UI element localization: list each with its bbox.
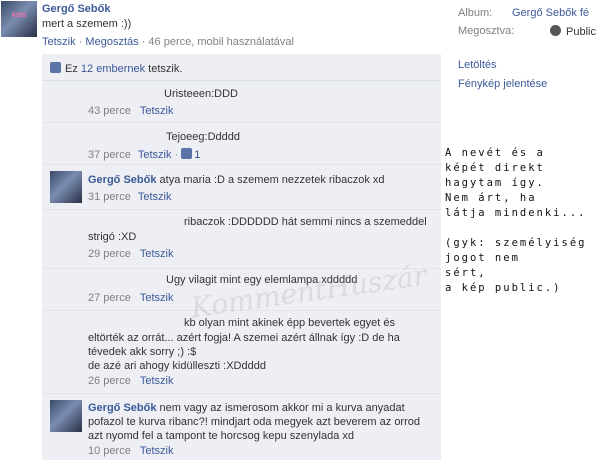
post-author-avatar[interactable]: KISS (1, 1, 37, 37)
likes-count-link[interactable]: 12 embernek (81, 63, 145, 75)
note-line: hagytam így. (445, 177, 545, 189)
comment-item: ribaczok :DDDDDD hát semmi nincs a szeme… (42, 210, 441, 269)
comment-text: atya maria :D a szemem nezzetek ribaczok… (159, 174, 385, 186)
note-line: látja mindenki... (445, 207, 587, 219)
comment-meta: 31 perce Tetszik (88, 191, 172, 203)
post-meta: 46 perce, mobil használatával (148, 36, 294, 48)
comment-item: kb olyan mint akinek épp bevertek egyet … (42, 311, 441, 394)
comment-text-line: ribaczok :DDDDDD hát semmi nincs a szeme… (184, 216, 427, 228)
comment-item: Tejoeeg:Ddddd 37 perce Tetszik · 1 (42, 123, 441, 165)
like-thumb-icon (50, 62, 61, 73)
separator-dot: · (174, 149, 182, 161)
comment-body: Gergő Sebők atya maria :D a szemem nezze… (88, 174, 385, 186)
comment-text: Uristeeen:DDD (164, 88, 238, 100)
comment-author-name[interactable]: Gergő Sebők (88, 402, 156, 414)
comment-like-link[interactable]: Tetszik (138, 191, 172, 203)
comment-time: 27 perce (88, 292, 131, 304)
comment-like-count[interactable]: 1 (194, 149, 200, 161)
comment-text-line: eltörték az orrát... azért fogja! A szem… (88, 332, 400, 344)
shared-value-text: Public (566, 26, 596, 38)
comment-text-line: azt nyomd fel a tampont te horcsog kepu … (88, 430, 354, 442)
comment-time: 31 perce (88, 191, 131, 203)
comment-text: Tejoeeg:Ddddd (166, 131, 241, 143)
globe-icon (550, 25, 561, 36)
comment-meta: 43 perce Tetszik (88, 105, 174, 117)
likes-prefix: Ez (65, 63, 78, 75)
shared-label: Megosztva: (458, 25, 515, 37)
comment-author-avatar[interactable] (50, 400, 82, 432)
comment-author-avatar[interactable] (50, 171, 82, 203)
likes-summary: Ez 12 embernek tetszik. (42, 54, 441, 81)
comment-time: 10 perce (88, 445, 131, 457)
note-line: A nevét és a (445, 147, 545, 159)
comment-item: Gergő Sebők nem vagy az ismerosom akkor … (42, 394, 441, 460)
comment-meta: 37 perce Tetszik · 1 (88, 148, 200, 161)
comment-author-name[interactable]: Gergő Sebők (88, 174, 156, 186)
comment-meta: 29 perce Tetszik (88, 248, 174, 260)
note-line: Nem árt, ha (445, 192, 537, 204)
note-line: (gyk: személyiség (445, 237, 587, 249)
comment-body: Gergő Sebők nem vagy az ismerosom akkor … (88, 402, 405, 414)
post-author-name[interactable]: Gergő Sebők (42, 3, 110, 15)
comment-like-link[interactable]: Tetszik (140, 292, 174, 304)
likes-suffix: tetszik. (145, 63, 183, 75)
post-actions: Tetszik · Megosztás · 46 perce, mobil ha… (42, 36, 294, 48)
like-thumb-icon (181, 148, 193, 159)
post-share-link[interactable]: Megosztás (85, 36, 138, 48)
comment-item: Gergő Sebők atya maria :D a szemem nezze… (42, 165, 441, 210)
comment-item: Uristeeen:DDD 43 perce Tetszik (42, 81, 441, 123)
note-spacer (445, 221, 600, 236)
report-photo-link[interactable]: Fénykép jelentése (458, 78, 547, 90)
comment-like-link[interactable]: Tetszik (140, 248, 174, 260)
note-line: képét direkt (445, 162, 545, 174)
comment-like-link[interactable]: Tetszik (140, 105, 174, 117)
album-label: Album: (458, 7, 493, 19)
album-link[interactable]: Gergő Sebők fé (512, 7, 600, 19)
comment-like-link[interactable]: Tetszik (140, 445, 174, 457)
download-link[interactable]: Letöltés (458, 59, 497, 71)
comment-meta: 27 perce Tetszik (88, 292, 174, 304)
comment-text-line: pofazol te kurva ribanc?! mindjart oda m… (88, 416, 420, 428)
comment-like-link[interactable]: Tetszik (138, 149, 172, 161)
note-line: sért, (445, 267, 487, 279)
comment-meta: 10 perce Tetszik (88, 445, 174, 457)
comments-panel: Ez 12 embernek tetszik. Uristeeen:DDD 43… (42, 54, 441, 460)
comment-time: 37 perce (88, 149, 131, 161)
comment-text-line: strigó :XD (88, 231, 137, 243)
comment-meta: 26 perce Tetszik (88, 375, 174, 387)
comment-time: 43 perce (88, 105, 131, 117)
comment-text-line: de azé ari ahogy kidülleszti :XDdddd (88, 360, 266, 372)
shared-value[interactable]: Public (550, 25, 596, 38)
avatar-label: KISS (11, 13, 26, 19)
note-line: jogot nem (445, 252, 520, 264)
post-text: mert a szemem :)) (42, 18, 132, 30)
annotation-note: A nevét és a képét direkt hagytam így. N… (445, 146, 600, 296)
comment-text-line: nem vagy az ismerosom akkor mi a kurva a… (159, 402, 405, 414)
post-like-link[interactable]: Tetszik (42, 36, 76, 48)
comment-text-line: tévedek akk sorry ;) :$ (88, 346, 197, 358)
note-line: a kép public.) (445, 282, 562, 294)
comment-time: 29 perce (88, 248, 131, 260)
comment-time: 26 perce (88, 375, 131, 387)
comment-like-link[interactable]: Tetszik (140, 375, 174, 387)
